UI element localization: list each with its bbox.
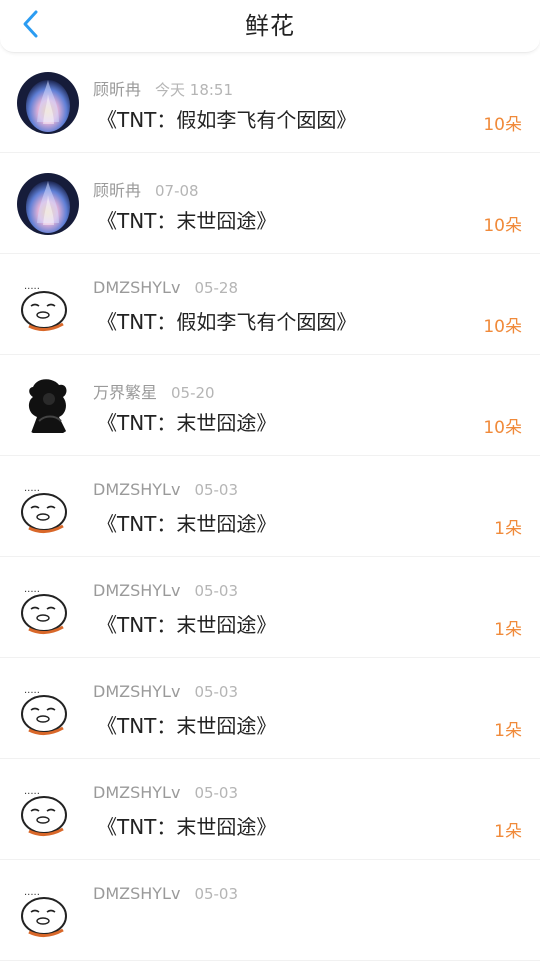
- svg-text:.....: .....: [24, 584, 40, 595]
- username: DMZSHYLv 05-03: [93, 480, 239, 499]
- timestamp: 05-03: [194, 582, 239, 600]
- avatar[interactable]: .....: [17, 880, 79, 942]
- timestamp: 05-28: [194, 279, 239, 297]
- svg-text:.....: .....: [24, 786, 40, 797]
- username: DMZSHYLv 05-28: [93, 278, 239, 297]
- flower-count: 10朵: [483, 317, 522, 337]
- list-item[interactable]: ..... DMZSHYLv 05-03 《TNT：末世囧途》 1朵: [0, 557, 540, 658]
- avatar-image: .....: [17, 880, 79, 942]
- timestamp: 05-03: [194, 481, 239, 499]
- username: 万界繁星 05-20: [93, 383, 215, 402]
- svg-text:.....: .....: [24, 483, 40, 494]
- book-title: 《TNT：末世囧途》: [97, 512, 277, 536]
- avatar[interactable]: .....: [17, 577, 79, 639]
- avatar[interactable]: [17, 173, 79, 235]
- avatar-image: .....: [17, 476, 79, 538]
- book-title: 《TNT：末世囧途》: [97, 411, 277, 435]
- svg-text:.....: .....: [24, 685, 40, 696]
- flower-count: 10朵: [483, 216, 522, 236]
- list-item[interactable]: ..... DMZSHYLv 05-03 《TNT：末世囧途》 1朵: [0, 658, 540, 759]
- list-item[interactable]: 顾昕冉 07-08 《TNT：末世囧途》 10朵: [0, 153, 540, 254]
- avatar-image: .....: [17, 779, 79, 841]
- flower-count: 10朵: [483, 115, 522, 135]
- timestamp: 05-03: [194, 683, 239, 701]
- username: DMZSHYLv 05-03: [93, 884, 239, 903]
- avatar-image: [17, 375, 79, 437]
- page-title: 鲜花: [245, 12, 295, 40]
- flower-list: 顾昕冉 今天 18:51 《TNT：假如李飞有个囡囡》 10朵 顾昕冉 07-08 …: [0, 52, 540, 961]
- username: DMZSHYLv 05-03: [93, 682, 239, 701]
- book-title: 《TNT：末世囧途》: [97, 815, 277, 839]
- flower-count: 1朵: [494, 721, 522, 741]
- avatar[interactable]: .....: [17, 476, 79, 538]
- book-title: 《TNT：末世囧途》: [97, 613, 277, 637]
- timestamp: 05-20: [171, 384, 215, 402]
- avatar[interactable]: .....: [17, 274, 79, 336]
- list-item[interactable]: ..... DMZSHYLv 05-03: [0, 860, 540, 961]
- book-title: 《TNT：假如李飞有个囡囡》: [97, 108, 357, 132]
- flower-count: 1朵: [494, 822, 522, 842]
- timestamp: 05-03: [194, 784, 239, 802]
- book-title: 《TNT：末世囧途》: [97, 209, 277, 233]
- avatar[interactable]: [17, 72, 79, 134]
- timestamp: 今天 18:51: [155, 81, 234, 99]
- flower-count: 10朵: [483, 418, 522, 438]
- username: DMZSHYLv 05-03: [93, 783, 239, 802]
- flower-count: 1朵: [494, 620, 522, 640]
- avatar-image: [17, 72, 79, 134]
- avatar-image: .....: [17, 274, 79, 336]
- timestamp: 05-03: [194, 885, 239, 903]
- avatar-image: [17, 173, 79, 235]
- avatar-image: .....: [17, 577, 79, 639]
- flower-count: 1朵: [494, 519, 522, 539]
- username: 顾昕冉 07-08: [93, 181, 199, 200]
- avatar[interactable]: .....: [17, 779, 79, 841]
- timestamp: 07-08: [155, 182, 199, 200]
- avatar[interactable]: [17, 375, 79, 437]
- list-item[interactable]: ..... DMZSHYLv 05-03 《TNT：末世囧途》 1朵: [0, 759, 540, 860]
- list-item[interactable]: ..... DMZSHYLv 05-03 《TNT：末世囧途》 1朵: [0, 456, 540, 557]
- top-bar: 鲜花: [0, 0, 540, 53]
- list-item[interactable]: 顾昕冉 今天 18:51 《TNT：假如李飞有个囡囡》 10朵: [0, 52, 540, 153]
- svg-text:.....: .....: [24, 281, 40, 292]
- list-item[interactable]: ..... DMZSHYLv 05-28 《TNT：假如李飞有个囡囡》 10朵: [0, 254, 540, 355]
- list-item[interactable]: 万界繁星 05-20 《TNT：末世囧途》 10朵: [0, 355, 540, 456]
- svg-text:.....: .....: [24, 887, 40, 898]
- avatar[interactable]: .....: [17, 678, 79, 740]
- username: DMZSHYLv 05-03: [93, 581, 239, 600]
- avatar-image: .....: [17, 678, 79, 740]
- book-title: 《TNT：末世囧途》: [97, 714, 277, 738]
- book-title: 《TNT：假如李飞有个囡囡》: [97, 310, 357, 334]
- username: 顾昕冉 今天 18:51: [93, 80, 234, 99]
